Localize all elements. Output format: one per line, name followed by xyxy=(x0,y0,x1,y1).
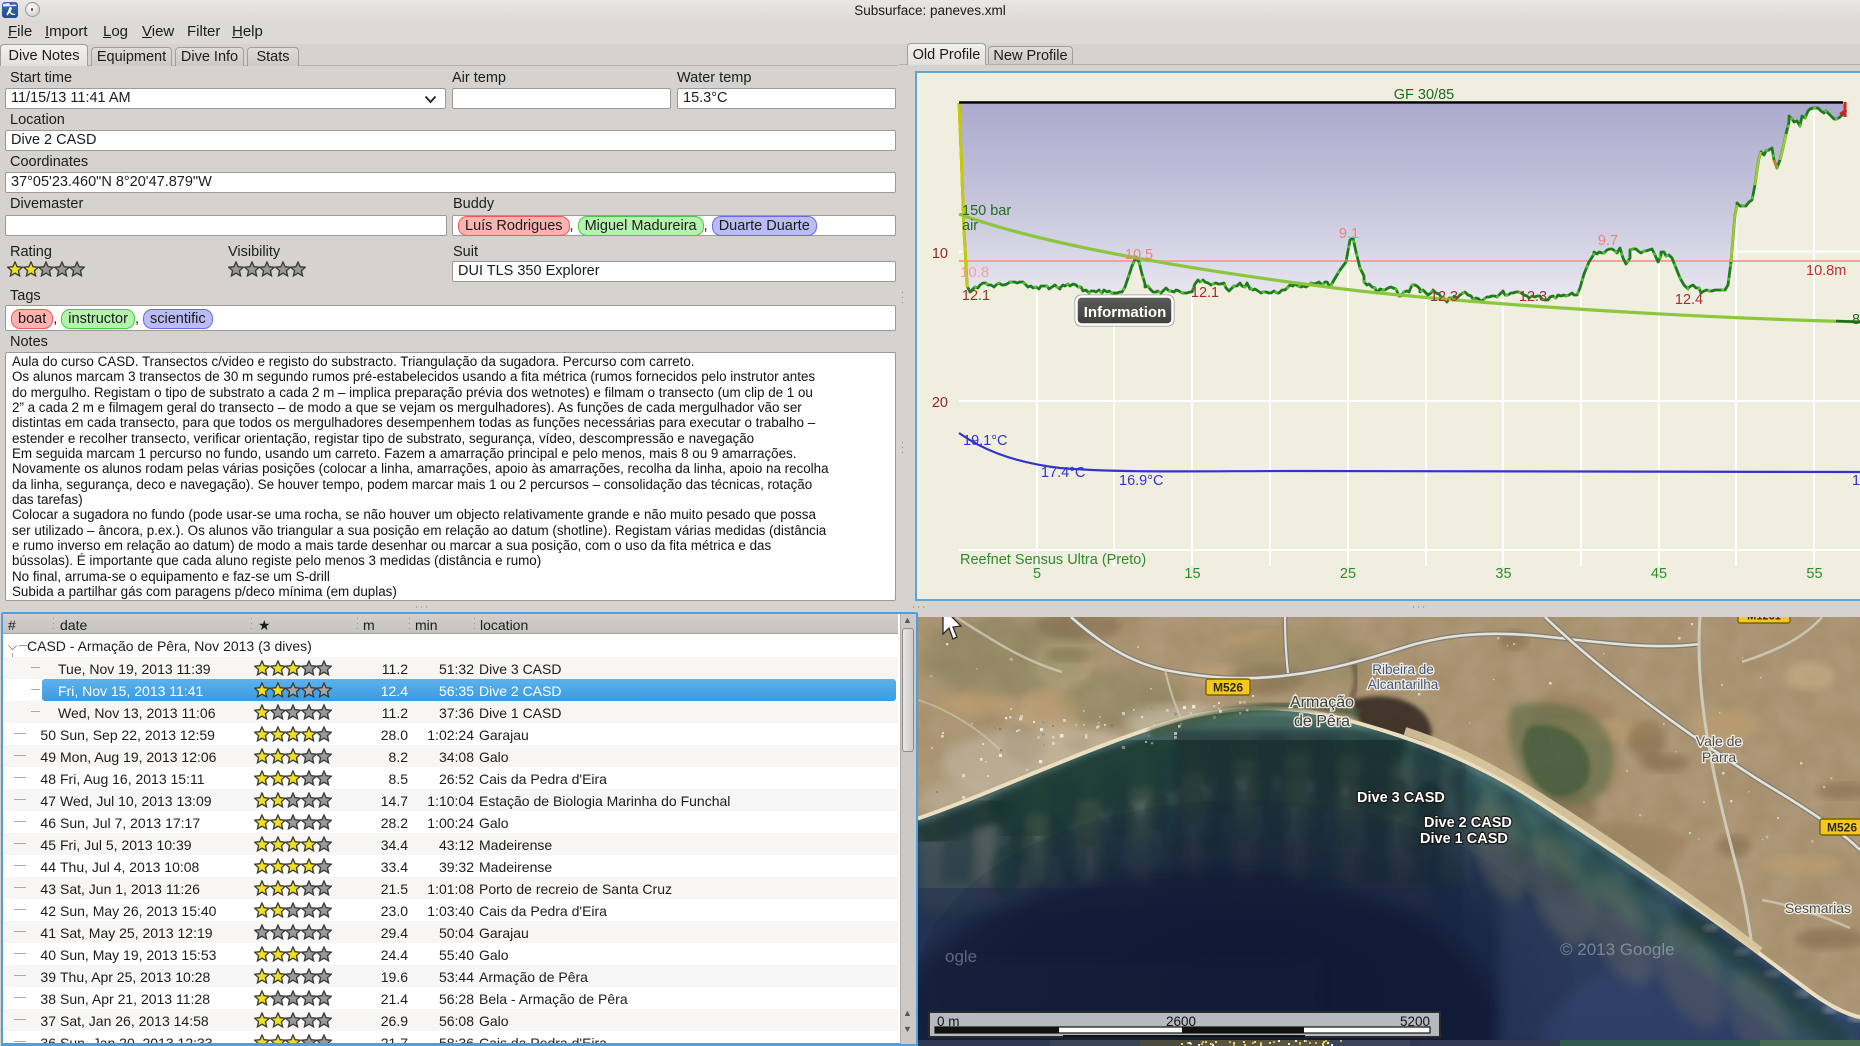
svg-text:20: 20 xyxy=(932,395,948,411)
svg-text:air: air xyxy=(962,218,978,234)
svg-text:Alcantarilha: Alcantarilha xyxy=(1368,677,1439,692)
svg-text:9.1: 9.1 xyxy=(1339,226,1359,242)
svg-text:Information: Information xyxy=(1084,304,1167,321)
svg-text:Dive 2 CASD: Dive 2 CASD xyxy=(1424,815,1512,831)
svg-text:GF 30/85: GF 30/85 xyxy=(1394,87,1454,103)
svg-text:Dive 1 CASD: Dive 1 CASD xyxy=(1420,831,1508,847)
svg-text:Sesmarias: Sesmarias xyxy=(1785,900,1851,916)
svg-text:12.1: 12.1 xyxy=(962,288,990,304)
svg-text:35: 35 xyxy=(1495,566,1511,582)
svg-text:Dive 3 CASD: Dive 3 CASD xyxy=(1357,790,1445,806)
svg-text:M1261: M1261 xyxy=(1747,617,1781,623)
svg-text:© 2013 Google: © 2013 Google xyxy=(1560,940,1675,959)
svg-text:Reefnet Sensus Ultra (Preto): Reefnet Sensus Ultra (Preto) xyxy=(960,552,1146,568)
svg-text:12.4: 12.4 xyxy=(1675,292,1703,308)
svg-text:Armação: Armação xyxy=(1290,694,1354,711)
svg-text:16.: 16. xyxy=(1852,473,1860,489)
svg-text:55: 55 xyxy=(1806,566,1822,582)
svg-text:9.7: 9.7 xyxy=(1598,233,1618,249)
svg-text:150 bar: 150 bar xyxy=(962,203,1011,219)
svg-text:Parra: Parra xyxy=(1702,749,1736,765)
svg-text:80: 80 xyxy=(1852,312,1860,328)
svg-text:45: 45 xyxy=(1651,566,1667,582)
svg-text:10.5: 10.5 xyxy=(1125,247,1153,263)
svg-text:12.3: 12.3 xyxy=(1430,289,1458,305)
svg-text:Vale de: Vale de xyxy=(1696,733,1743,749)
svg-text:15: 15 xyxy=(1184,566,1200,582)
svg-text:12.1: 12.1 xyxy=(1191,285,1219,301)
svg-text:19.1°C: 19.1°C xyxy=(963,433,1008,449)
svg-text:25: 25 xyxy=(1340,566,1356,582)
svg-text:12.3: 12.3 xyxy=(1519,289,1547,305)
svg-text:10: 10 xyxy=(932,246,948,262)
svg-text:17.4°C: 17.4°C xyxy=(1041,465,1086,481)
svg-text:M526: M526 xyxy=(1213,681,1243,695)
svg-text:10.8m: 10.8m xyxy=(1806,263,1846,279)
svg-text:ogle: ogle xyxy=(945,947,977,966)
svg-text:de Pêra: de Pêra xyxy=(1294,713,1350,730)
svg-text:M526: M526 xyxy=(1827,821,1857,835)
svg-text:5: 5 xyxy=(1033,566,1041,582)
svg-text:10.8: 10.8 xyxy=(960,264,989,281)
svg-text:Ribeira de: Ribeira de xyxy=(1372,662,1434,677)
svg-text:16.9°C: 16.9°C xyxy=(1119,473,1164,489)
